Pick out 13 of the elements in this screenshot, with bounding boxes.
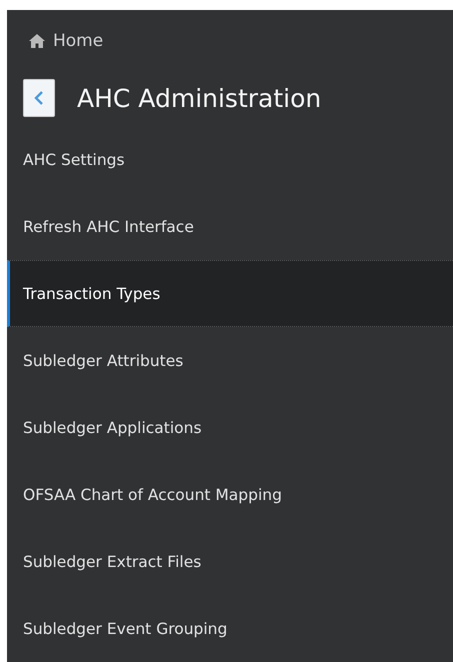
home-icon — [29, 34, 45, 48]
chevron-left-icon — [34, 91, 44, 105]
menu-item[interactable]: OFSAA Chart of Account Mapping — [7, 461, 453, 528]
menu-item[interactable]: Subledger Event Grouping — [7, 595, 453, 662]
back-button[interactable] — [23, 79, 55, 117]
menu-item[interactable]: Transaction Types — [7, 260, 453, 327]
menu-item[interactable]: AHC Settings — [7, 126, 453, 193]
menu-item[interactable]: Subledger Extract Files — [7, 528, 453, 595]
home-link[interactable]: Home — [7, 10, 453, 52]
menu-item[interactable]: Subledger Applications — [7, 394, 453, 461]
panel-title: AHC Administration — [77, 84, 322, 112]
menu-item[interactable]: Subledger Attributes — [7, 327, 453, 394]
menu-item[interactable]: Refresh AHC Interface — [7, 193, 453, 260]
